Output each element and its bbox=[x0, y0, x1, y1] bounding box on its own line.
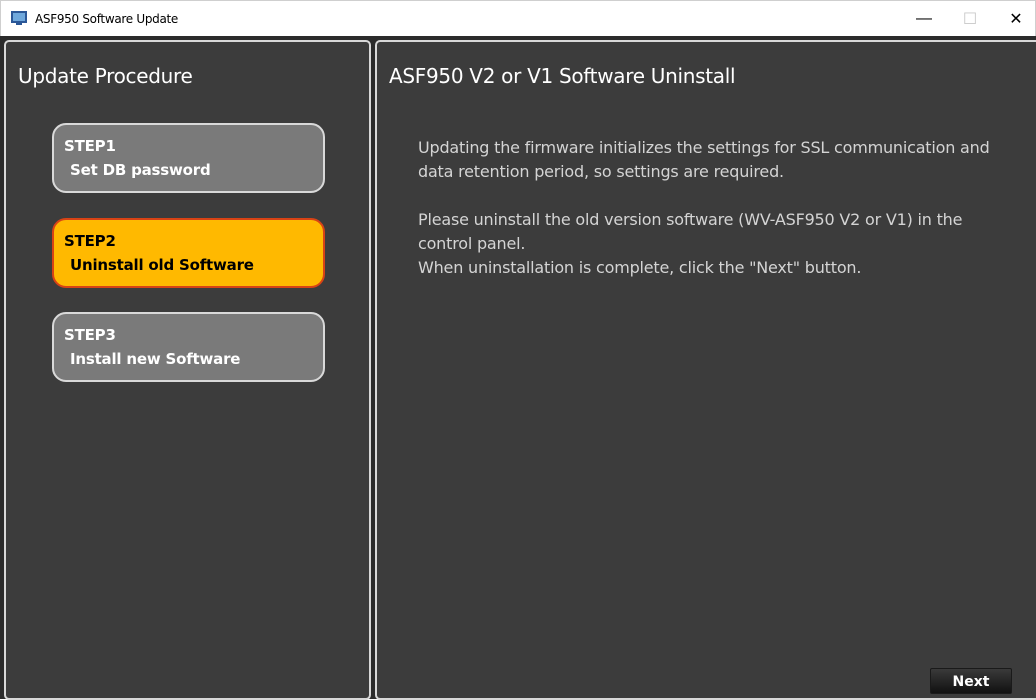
procedure-heading: Update Procedure bbox=[18, 64, 193, 88]
instruction-line: When uninstallation is complete, click t… bbox=[418, 258, 862, 277]
step-title: STEP1 bbox=[64, 137, 116, 155]
step3-button[interactable]: STEP3 Install new Software bbox=[52, 312, 325, 382]
info-paragraph: Updating the firmware initializes the se… bbox=[418, 138, 990, 181]
step-label: Uninstall old Software bbox=[70, 256, 254, 274]
step1-button[interactable]: STEP1 Set DB password bbox=[52, 123, 325, 193]
step2-button[interactable]: STEP2 Uninstall old Software bbox=[52, 218, 325, 288]
app-icon bbox=[11, 11, 27, 25]
minimize-button[interactable]: — bbox=[901, 1, 947, 37]
page-title: ASF950 V2 or V1 Software Uninstall bbox=[389, 64, 736, 88]
step-label: Set DB password bbox=[70, 161, 211, 179]
procedure-panel: Update Procedure STEP1 Set DB password S… bbox=[4, 40, 371, 700]
next-button[interactable]: Next bbox=[930, 668, 1012, 694]
window-title: ASF950 Software Update bbox=[35, 12, 179, 26]
instruction-line: Please uninstall the old version softwar… bbox=[418, 210, 963, 253]
instruction-paragraph: Please uninstall the old version softwar… bbox=[418, 208, 1018, 280]
step-title: STEP2 bbox=[64, 232, 116, 250]
step-label: Install new Software bbox=[70, 350, 241, 368]
main-area: Update Procedure STEP1 Set DB password S… bbox=[0, 36, 1036, 700]
title-bar: ASF950 Software Update — ☐ ✕ bbox=[0, 0, 1036, 36]
maximize-button[interactable]: ☐ bbox=[947, 1, 993, 37]
content-panel: ASF950 V2 or V1 Software Uninstall Updat… bbox=[375, 40, 1036, 700]
close-button[interactable]: ✕ bbox=[993, 1, 1036, 37]
step-title: STEP3 bbox=[64, 326, 116, 344]
